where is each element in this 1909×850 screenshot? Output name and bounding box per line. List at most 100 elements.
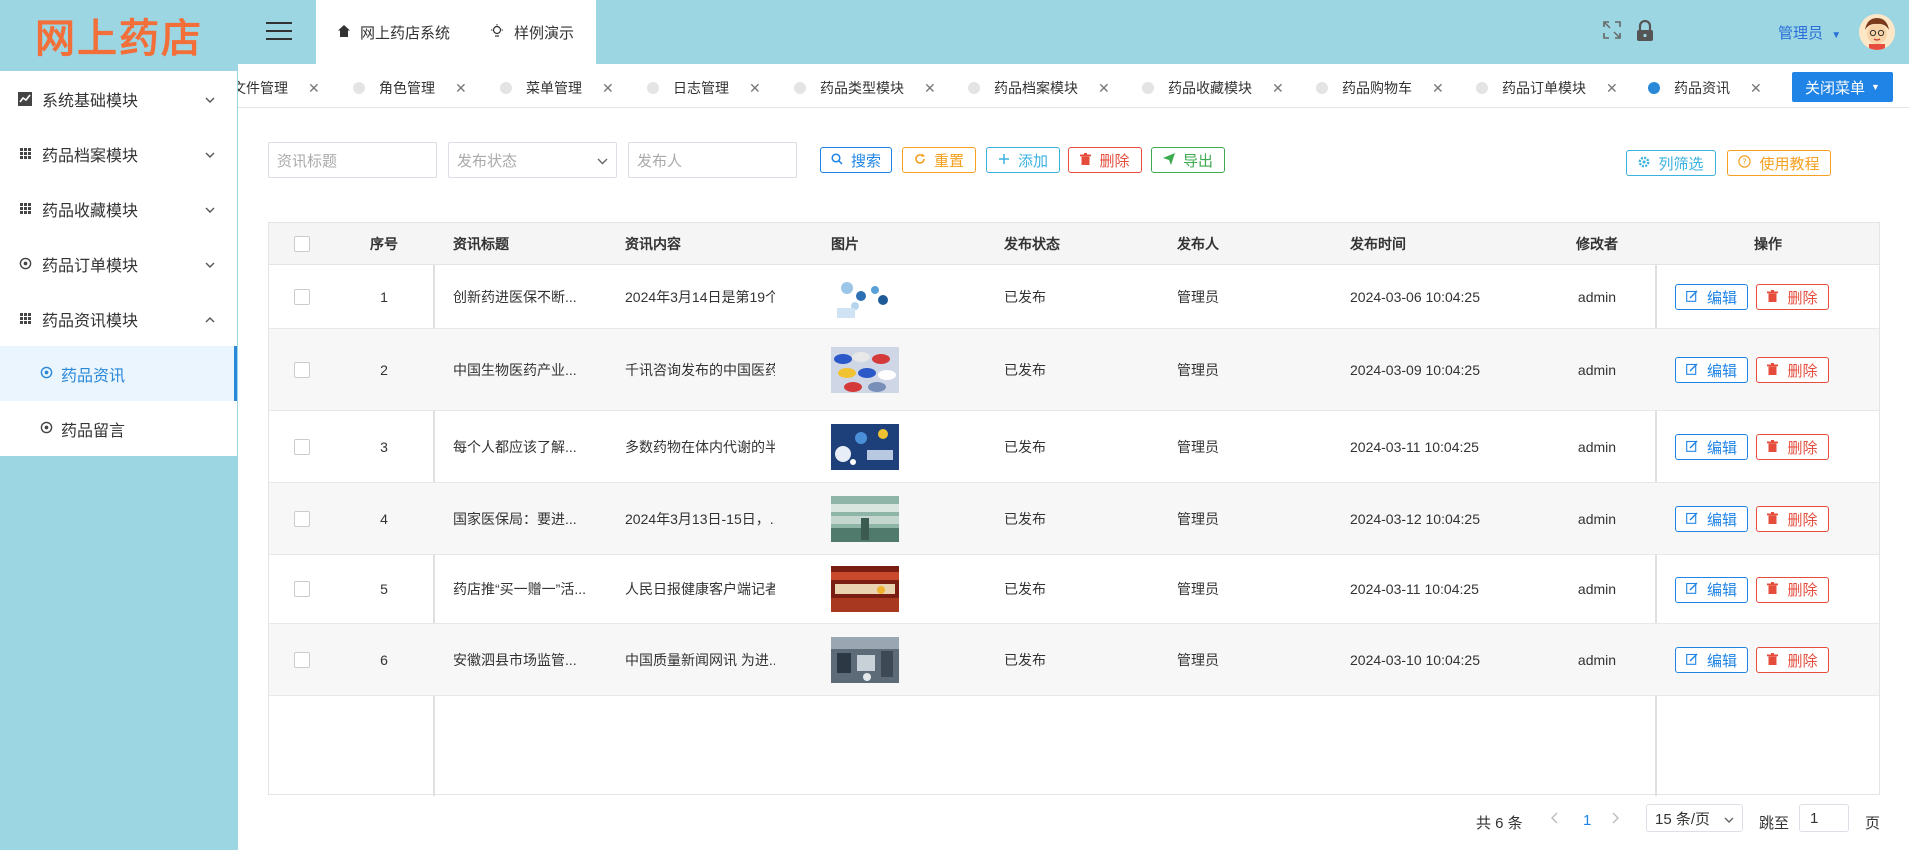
table-row[interactable]: 3 每个人都应该了解... 多数药物在体内代谢的半... 已发布 管理员 2024-03-… bbox=[269, 411, 1879, 483]
tag-file-management[interactable]: 文件管理 ✕ bbox=[238, 72, 320, 104]
delete-button[interactable]: 删除 bbox=[1068, 147, 1142, 173]
sidebar-item-drug-archive[interactable]: 药品档案模块 bbox=[0, 126, 237, 181]
news-thumbnail[interactable] bbox=[831, 495, 899, 542]
row-checkbox[interactable] bbox=[294, 438, 310, 455]
fullscreen-icon[interactable] bbox=[1602, 20, 1622, 46]
goto-page-input[interactable]: 1 bbox=[1799, 804, 1849, 832]
news-thumbnail[interactable] bbox=[831, 636, 899, 683]
row-delete-button[interactable]: 删除 bbox=[1756, 506, 1829, 532]
header-modifier[interactable]: 修改者 bbox=[1539, 223, 1655, 265]
tag-role-management[interactable]: 角色管理 ✕ bbox=[353, 72, 467, 104]
news-thumbnail[interactable] bbox=[831, 423, 899, 470]
edit-button[interactable]: 编辑 bbox=[1675, 506, 1748, 532]
tag-drug-archive[interactable]: 药品档案模块 ✕ bbox=[968, 72, 1110, 104]
user-menu[interactable]: 管理员 ▼ bbox=[1778, 22, 1841, 43]
row-delete-button[interactable]: 删除 bbox=[1756, 576, 1829, 603]
add-label: 添加 bbox=[1017, 152, 1048, 170]
close-icon[interactable]: ✕ bbox=[602, 80, 614, 97]
row-delete-button[interactable]: 删除 bbox=[1756, 434, 1829, 460]
table-row[interactable]: 5 药店推“买一赠一”活... 人民日报健康客户端记者... 已发布 管理员 2024-0… bbox=[269, 555, 1879, 624]
close-icon[interactable]: ✕ bbox=[1750, 80, 1762, 97]
news-thumbnail[interactable] bbox=[831, 273, 899, 320]
table-row[interactable]: 6 安徽泗县市场监管... 中国质量新闻网讯 为进... 已发布 管理员 2024-03-… bbox=[269, 624, 1879, 696]
search-button[interactable]: 搜索 bbox=[820, 147, 892, 173]
tag-drug-cart[interactable]: 药品购物车 ✕ bbox=[1316, 72, 1444, 104]
sidebar-subitem-drug-news[interactable]: 药品资讯 bbox=[0, 346, 237, 401]
row-checkbox[interactable] bbox=[294, 288, 310, 305]
news-thumbnail[interactable] bbox=[831, 566, 899, 612]
question-icon: ? bbox=[1738, 155, 1752, 171]
tab-demo[interactable]: 样例演示 bbox=[490, 22, 574, 43]
sidebar-item-drug-favorite[interactable]: 药品收藏模块 bbox=[0, 181, 237, 236]
header-publisher[interactable]: 发布人 bbox=[1177, 223, 1317, 265]
row-delete-button[interactable]: 删除 bbox=[1756, 284, 1829, 310]
row-checkbox[interactable] bbox=[294, 651, 310, 668]
tag-label: 菜单管理 bbox=[526, 80, 582, 96]
table-row[interactable]: 4 国家医保局：要进... 2024年3月13日-15日，... 已发布 管理员 2024… bbox=[269, 483, 1879, 555]
tab-system-home[interactable]: 网上药店系统 bbox=[338, 22, 450, 43]
chevron-down-icon bbox=[195, 202, 225, 216]
page-number[interactable]: 1 bbox=[1583, 812, 1591, 829]
tag-drug-favorite[interactable]: 药品收藏模块 ✕ bbox=[1142, 72, 1284, 104]
header-status[interactable]: 发布状态 bbox=[1004, 223, 1144, 265]
edit-button[interactable]: 编辑 bbox=[1675, 357, 1748, 383]
edit-icon bbox=[1686, 363, 1698, 378]
close-icon[interactable]: ✕ bbox=[455, 80, 467, 97]
sidebar-subitem-drug-message[interactable]: 药品留言 bbox=[0, 401, 237, 456]
edit-button[interactable]: 编辑 bbox=[1675, 576, 1748, 603]
row-checkbox[interactable] bbox=[294, 510, 310, 527]
header-title[interactable]: 资讯标题 bbox=[453, 223, 603, 265]
column-filter-button[interactable]: 列筛选 bbox=[1626, 150, 1716, 176]
sidebar-item-label: 系统基础模块 bbox=[42, 92, 139, 110]
export-button[interactable]: 导出 bbox=[1151, 147, 1225, 173]
close-icon[interactable]: ✕ bbox=[749, 80, 761, 97]
close-menu-button[interactable]: 关闭菜单 ▼ bbox=[1792, 72, 1893, 102]
close-icon[interactable]: ✕ bbox=[1272, 80, 1284, 97]
publish-status-select[interactable]: 发布状态 bbox=[448, 142, 617, 178]
cell-image bbox=[831, 265, 931, 328]
header-content[interactable]: 资讯内容 bbox=[625, 223, 805, 265]
avatar[interactable] bbox=[1859, 14, 1895, 50]
edit-button[interactable]: 编辑 bbox=[1675, 434, 1748, 460]
table-row[interactable]: 2 中国生物医药产业... 千讯咨询发布的中国医药... 已发布 管理员 2024-03-… bbox=[269, 329, 1879, 411]
cell-content: 多数药物在体内代谢的半... bbox=[625, 438, 775, 455]
tag-drug-type[interactable]: 药品类型模块 ✕ bbox=[794, 72, 936, 104]
news-title-input[interactable]: 资讯标题 bbox=[268, 142, 437, 178]
header-no[interactable]: 序号 bbox=[335, 223, 433, 265]
next-page-icon[interactable] bbox=[1612, 812, 1620, 824]
lock-icon[interactable] bbox=[1636, 19, 1654, 48]
select-all-checkbox[interactable] bbox=[294, 236, 310, 252]
close-icon[interactable]: ✕ bbox=[1606, 80, 1618, 97]
prev-page-icon[interactable] bbox=[1550, 812, 1558, 824]
sidebar-item-drug-news-module[interactable]: 药品资讯模块 bbox=[0, 291, 237, 346]
menu-toggle-icon[interactable] bbox=[266, 22, 292, 42]
news-thumbnail[interactable] bbox=[831, 346, 899, 393]
row-delete-button[interactable]: 删除 bbox=[1756, 647, 1829, 673]
trash-icon bbox=[1767, 439, 1779, 455]
row-checkbox[interactable] bbox=[294, 361, 310, 378]
table-row[interactable]: 1 创新药进医保不断... 2024年3月14日是第19个... 已发布 管理员 2024… bbox=[269, 265, 1879, 329]
tag-log-management[interactable]: 日志管理 ✕ bbox=[647, 72, 761, 104]
edit-button[interactable]: 编辑 bbox=[1675, 284, 1748, 310]
tag-menu-management[interactable]: 菜单管理 ✕ bbox=[500, 72, 614, 104]
header-image[interactable]: 图片 bbox=[831, 223, 951, 265]
cell-status: 已发布 bbox=[1004, 581, 1046, 597]
row-delete-button[interactable]: 删除 bbox=[1756, 357, 1829, 383]
close-icon[interactable]: ✕ bbox=[1432, 80, 1444, 97]
add-button[interactable]: 添加 bbox=[986, 147, 1060, 173]
publisher-input[interactable]: 发布人 bbox=[628, 142, 797, 178]
close-icon[interactable]: ✕ bbox=[924, 80, 936, 97]
sidebar-item-drug-order[interactable]: 药品订单模块 bbox=[0, 236, 237, 291]
close-icon[interactable]: ✕ bbox=[308, 80, 320, 97]
reset-button[interactable]: 重置 bbox=[902, 147, 976, 173]
row-select-cell bbox=[269, 555, 335, 623]
row-checkbox[interactable] bbox=[294, 581, 310, 597]
header-publish-time[interactable]: 发布时间 bbox=[1350, 223, 1510, 265]
sidebar-item-system-basic[interactable]: 系统基础模块 bbox=[0, 71, 237, 126]
close-icon[interactable]: ✕ bbox=[1098, 80, 1110, 97]
edit-button[interactable]: 编辑 bbox=[1675, 647, 1748, 673]
tutorial-button[interactable]: ? 使用教程 bbox=[1727, 150, 1831, 176]
tag-drug-order[interactable]: 药品订单模块 ✕ bbox=[1476, 72, 1618, 104]
tag-drug-news[interactable]: 药品资讯 ✕ bbox=[1648, 72, 1762, 104]
page-size-select[interactable]: 15 条/页 bbox=[1646, 804, 1743, 832]
